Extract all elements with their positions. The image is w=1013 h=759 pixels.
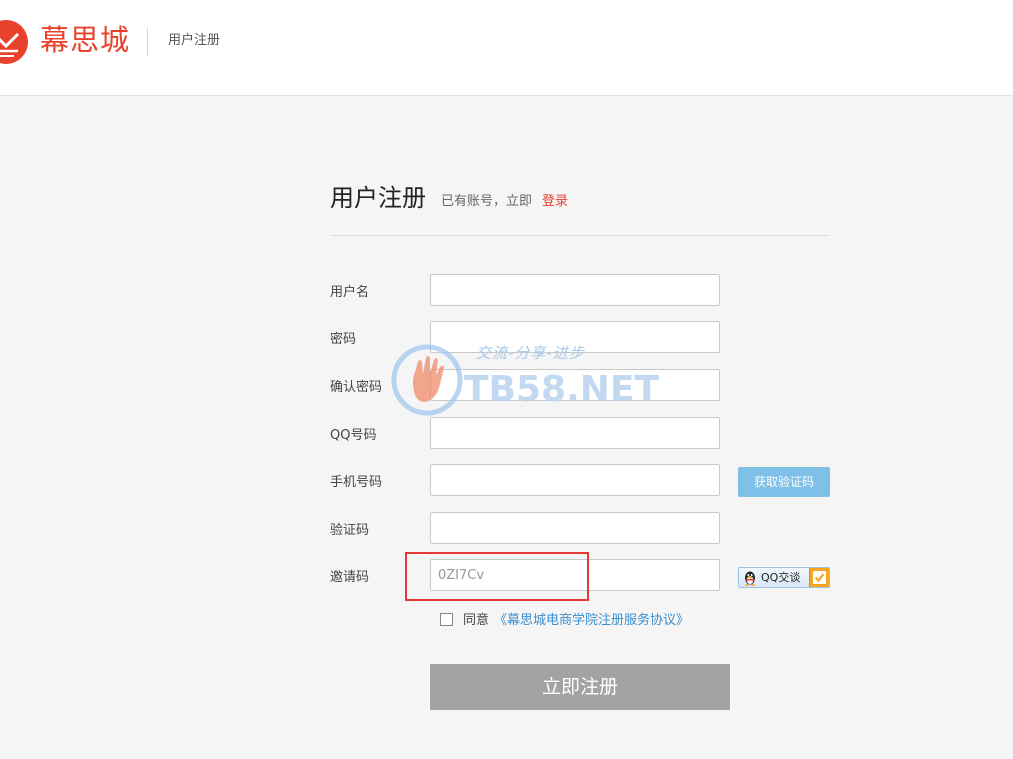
invite-code-highlight-box <box>405 552 589 601</box>
phone-number-input[interactable] <box>430 464 720 496</box>
have-account-text: 已有账号，立即 <box>441 194 533 209</box>
form-title: 用户注册 <box>330 184 426 212</box>
password-label: 密码 <box>330 332 357 347</box>
title-divider <box>330 235 830 236</box>
service-agreement-link[interactable]: 《幕思城电商学院注册服务协议》 <box>494 612 689 630</box>
checkmark-icon <box>809 568 829 587</box>
username-input[interactable] <box>430 274 720 306</box>
username-label: 用户名 <box>330 285 370 300</box>
agree-prefix-text: 同意 <box>463 613 490 628</box>
verification-code-input[interactable] <box>430 512 720 544</box>
register-submit-button[interactable]: 立即注册 <box>430 664 730 710</box>
qq-number-label: QQ号码 <box>330 428 377 443</box>
phone-number-label: 手机号码 <box>330 475 383 490</box>
envelope-logo-icon[interactable] <box>0 20 32 64</box>
qq-number-input[interactable] <box>430 417 720 449</box>
verification-code-label: 验证码 <box>330 523 370 538</box>
qq-penguin-icon <box>745 571 755 586</box>
watermark-slogan: 交流-分享-进步 <box>476 344 585 362</box>
watermark-text: TB58.NET <box>464 369 660 410</box>
brand-logo-text[interactable]: 幕思城 <box>40 20 130 60</box>
agree-checkbox[interactable] <box>440 613 453 626</box>
confirm-password-label: 确认密码 <box>330 380 383 395</box>
qq-chat-button[interactable]: QQ交谈 <box>738 567 830 588</box>
login-link[interactable]: 登录 <box>542 193 568 211</box>
get-verification-code-button[interactable]: 获取验证码 <box>738 467 830 497</box>
header-subtitle: 用户注册 <box>168 33 221 48</box>
top-header: 幕思城 用户注册 <box>0 0 1013 96</box>
header-divider <box>147 27 148 56</box>
qq-chat-label: QQ交谈 <box>761 571 801 584</box>
invite-code-label: 邀请码 <box>330 570 370 585</box>
